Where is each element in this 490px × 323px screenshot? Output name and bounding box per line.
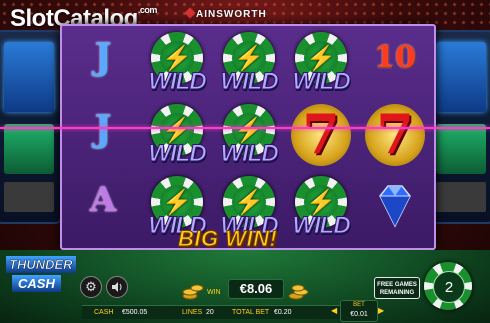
bet-decrease-button[interactable]: ◀ (331, 306, 337, 315)
speaker-icon (112, 282, 122, 292)
j-symbol: J (68, 102, 138, 170)
lines-value: 20 (206, 309, 214, 316)
bet-value: €0.01 (350, 311, 368, 318)
free-games-line1: FREE GAMES (377, 282, 417, 288)
ten-label: 10 (374, 40, 416, 75)
wild-symbol: ⚡ WILD (214, 102, 284, 170)
reel-grid: J J A ⚡ WILD ⚡ WILD ⚡ WILD ⚡ WILD ⚡ WILD ⚡ WILD ⚡ WILD 7 ⚡… (60, 24, 436, 250)
bet-increase-button[interactable]: ▶ (378, 306, 384, 315)
wild-label: WILD (220, 140, 279, 168)
brand-suffix: .com (137, 5, 158, 15)
j-label: J (94, 108, 112, 150)
seven-symbol: 7 (286, 102, 356, 170)
game-logo-line2: CASH (12, 275, 61, 292)
a-label: A (89, 180, 117, 220)
seven-label: 7 (302, 102, 340, 166)
wild-label: WILD (148, 140, 207, 168)
seven-symbol: 7 (360, 102, 430, 170)
maker-name: AINSWORTH (196, 9, 267, 20)
diamond-icon (379, 185, 411, 228)
winning-payline (0, 127, 490, 129)
cash-value: €500.05 (122, 309, 148, 316)
j-label: J (94, 36, 112, 78)
wild-symbol: ⚡ WILD (214, 30, 284, 98)
wild-label: WILD (292, 68, 351, 96)
cash-label: CASH (94, 309, 114, 316)
a-symbol: A (68, 174, 138, 242)
win-label: WIN (207, 289, 221, 296)
total-bet-value: €0.20 (274, 309, 292, 316)
settings-button[interactable]: ⚙ (80, 276, 102, 298)
wild-symbol: ⚡ WILD (286, 174, 356, 242)
wild-symbol: ⚡ WILD (142, 102, 212, 170)
seven-badge: 7 (365, 102, 425, 166)
free-games-count: 2 (433, 271, 465, 303)
free-games-remaining-panel: FREE GAMES REMAINING (374, 277, 420, 299)
big-win-banner: BIG WIN! (177, 226, 278, 252)
diamond-symbol (360, 174, 430, 242)
sound-button[interactable] (106, 276, 128, 298)
j-symbol: J (68, 30, 138, 98)
wild-symbol: ⚡ WILD (142, 30, 212, 98)
wild-label: WILD (148, 68, 207, 96)
coins-stack-icon (182, 284, 204, 300)
info-bar: CASH €500.05 LINES 20 TOTAL BET €0.20 (82, 305, 352, 319)
bet-label: BET (353, 302, 365, 308)
total-bet-label: TOTAL BET (232, 309, 270, 316)
gear-icon: ⚙ (85, 279, 97, 294)
seven-badge: 7 (291, 102, 351, 166)
seven-label: 7 (376, 102, 414, 166)
wild-symbol: ⚡ WILD (286, 30, 356, 98)
game-logo-line1: THUNDER (6, 256, 76, 273)
wild-label: WILD (220, 68, 279, 96)
lines-label: LINES (182, 309, 203, 316)
game-logo: THUNDER CASH (6, 256, 76, 292)
free-games-line2: REMAINING (379, 290, 415, 296)
bet-selector[interactable]: BET €0.01 (340, 300, 378, 322)
ten-symbol: 10 (360, 30, 430, 98)
coins-stack-icon (288, 284, 309, 300)
wild-label: WILD (292, 212, 351, 240)
win-amount: €8.06 (228, 279, 284, 299)
spin-button[interactable]: 2 (424, 262, 472, 310)
